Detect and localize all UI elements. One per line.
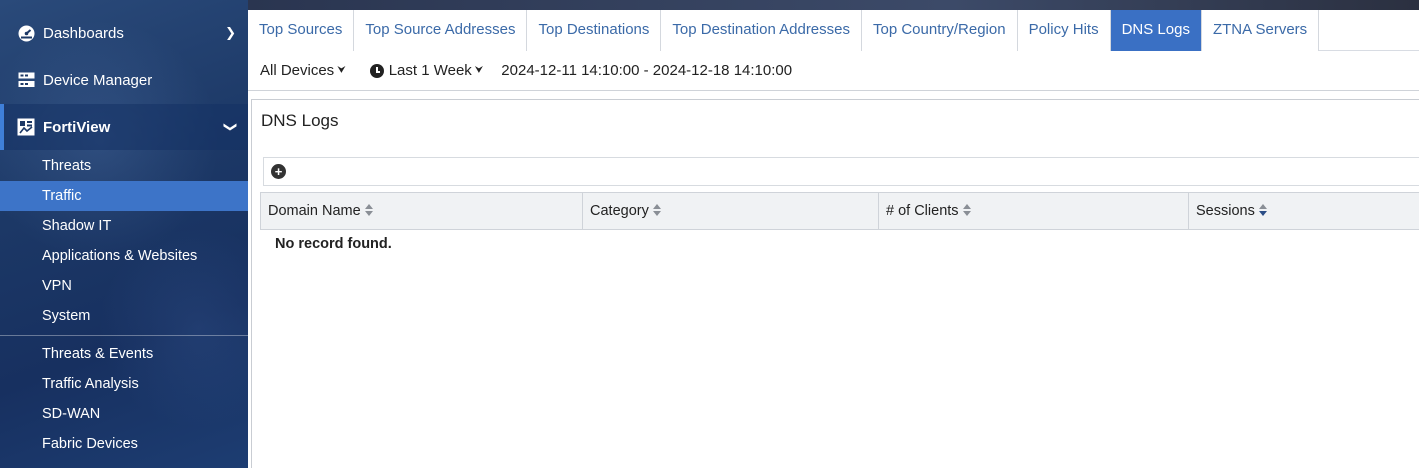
nav-device-manager-label: Device Manager <box>43 71 153 89</box>
sidebar-item-traffic-analysis[interactable]: Traffic Analysis <box>0 369 248 399</box>
grid-toolbar: + <box>263 157 1419 186</box>
sidebar-item-applications-websites[interactable]: Applications & Websites <box>0 241 248 271</box>
nav-dashboards[interactable]: Dashboards ❯ <box>0 10 248 56</box>
column-header-domain-name[interactable]: Domain Name <box>261 193 583 229</box>
tab-top-country-region[interactable]: Top Country/Region <box>862 10 1018 51</box>
tab-bar: Top Sources Top Source Addresses Top Des… <box>248 10 1419 51</box>
column-header-sessions[interactable]: Sessions <box>1189 193 1419 229</box>
column-label: # of Clients <box>886 203 959 219</box>
column-header-clients[interactable]: # of Clients <box>879 193 1189 229</box>
chevron-down-icon: ⮟ <box>474 65 484 76</box>
column-label: Domain Name <box>268 203 361 219</box>
clock-icon <box>369 63 384 78</box>
tab-top-destination-addresses[interactable]: Top Destination Addresses <box>661 10 862 51</box>
sidebar-item-label: Fabric Devices <box>42 436 138 452</box>
sidebar-item-shadow-it[interactable]: Shadow IT <box>0 211 248 241</box>
time-period-dropdown[interactable]: Last 1 Week ⮟ <box>369 62 484 79</box>
fortiview-icon <box>17 118 35 136</box>
tab-top-source-addresses[interactable]: Top Source Addresses <box>354 10 528 51</box>
grid-header: Domain Name Category # of Clients Sessio… <box>260 192 1419 230</box>
sort-desc-icon <box>1258 204 1267 217</box>
sidebar-item-label: Shadow IT <box>42 218 112 234</box>
sidebar-item-traffic[interactable]: Traffic <box>0 181 248 211</box>
sort-icon <box>364 204 373 217</box>
time-range-text: 2024-12-11 14:10:00 - 2024-12-18 14:10:0… <box>501 62 793 79</box>
sort-icon <box>652 204 661 217</box>
sidebar-item-label: VPN <box>42 278 72 294</box>
device-dropdown-value: All Devices <box>260 62 335 79</box>
sidebar-item-label: Threats <box>42 158 92 174</box>
nav-fortiview-label: FortiView <box>43 118 111 136</box>
nav-fortiview[interactable]: FortiView ❯ <box>0 104 248 150</box>
add-circle-icon[interactable]: + <box>271 164 286 179</box>
sidebar: Dashboards ❯ Device Manager FortiView ❯ … <box>0 0 248 468</box>
nav-device-manager[interactable]: Device Manager <box>0 57 248 103</box>
nav-dashboards-label: Dashboards <box>43 24 124 42</box>
dns-logs-panel: DNS Logs + Domain Name Category # of Cli… <box>251 99 1419 468</box>
sidebar-item-threats[interactable]: Threats <box>0 151 248 181</box>
column-label: Sessions <box>1196 203 1255 219</box>
sidebar-item-label: Traffic Analysis <box>42 376 139 392</box>
chevron-down-icon: ⮟ <box>337 65 346 76</box>
device-manager-icon <box>17 71 35 89</box>
column-header-category[interactable]: Category <box>583 193 879 229</box>
sidebar-item-threats-events[interactable]: Threats & Events <box>0 339 248 369</box>
sidebar-item-label: SD-WAN <box>42 406 101 422</box>
tab-policy-hits[interactable]: Policy Hits <box>1017 10 1111 51</box>
sidebar-item-label: Threats & Events <box>42 346 154 362</box>
column-label: Category <box>590 203 649 219</box>
filter-bar: All Devices ⮟ Last 1 Week ⮟ 2024-12-11 1… <box>248 51 1419 91</box>
tab-top-sources[interactable]: Top Sources <box>248 10 355 51</box>
time-period-value: Last 1 Week <box>388 62 472 79</box>
sort-icon <box>962 204 971 217</box>
main-content: Top Sources Top Source Addresses Top Des… <box>248 0 1419 468</box>
tab-dns-logs[interactable]: DNS Logs <box>1110 10 1202 51</box>
sidebar-item-vpn[interactable]: VPN <box>0 271 248 301</box>
sidebar-item-label: System <box>42 308 91 324</box>
tab-top-destinations[interactable]: Top Destinations <box>527 10 662 51</box>
dashboard-icon <box>17 24 35 42</box>
device-dropdown[interactable]: All Devices ⮟ <box>260 62 346 79</box>
chevron-down-icon: ❯ <box>223 121 239 133</box>
sidebar-item-sd-wan[interactable]: SD-WAN <box>0 399 248 429</box>
sidebar-item-system[interactable]: System <box>0 301 248 331</box>
sidebar-item-fabric-devices[interactable]: Fabric Devices <box>0 429 248 459</box>
panel-title: DNS Logs <box>261 111 339 130</box>
tab-ztna-servers[interactable]: ZTNA Servers <box>1201 10 1320 51</box>
empty-state-message: No record found. <box>275 236 392 252</box>
chevron-right-icon: ❯ <box>225 25 236 40</box>
sidebar-item-label: Traffic <box>42 188 82 204</box>
sidebar-divider <box>0 335 248 336</box>
header-strip <box>248 0 1419 10</box>
sidebar-item-label: Applications & Websites <box>42 248 198 264</box>
